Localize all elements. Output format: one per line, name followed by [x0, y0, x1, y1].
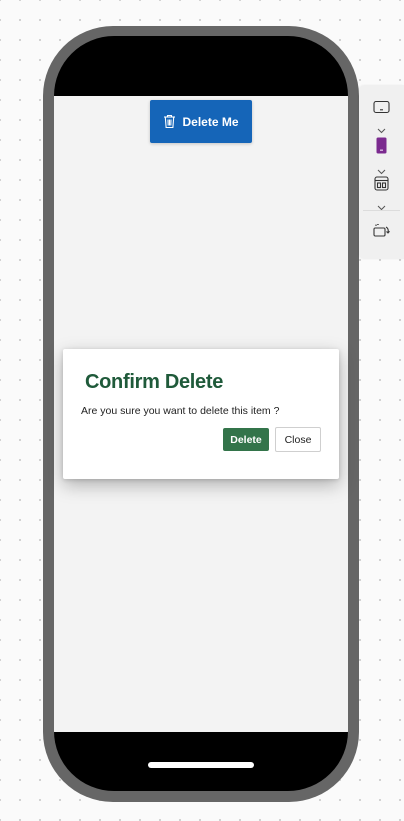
dialog-delete-button[interactable]: Delete: [223, 428, 269, 451]
device-toolbar: [359, 85, 404, 259]
delete-me-label: Delete Me: [182, 114, 239, 129]
trash-icon: [163, 114, 176, 129]
dialog-message: Are you sure you want to delete this ite…: [81, 405, 280, 417]
toolbar-divider: [363, 210, 400, 211]
tablet-device-button[interactable]: [359, 100, 404, 139]
chevron-down-icon: [377, 198, 386, 216]
browser-window-icon: [374, 176, 389, 196]
confirm-dialog: Confirm Delete Are you sure you want to …: [63, 349, 339, 479]
home-indicator: [148, 762, 254, 768]
rotate-device-button[interactable]: [359, 223, 404, 242]
phone-device-button[interactable]: [359, 137, 404, 180]
delete-me-button[interactable]: Delete Me: [150, 100, 252, 143]
dialog-title: Confirm Delete: [85, 371, 224, 393]
phone-device-icon: [376, 137, 387, 159]
dialog-close-button[interactable]: Close: [275, 427, 321, 452]
tablet-landscape-icon: [373, 100, 390, 119]
rotate-device-icon: [372, 223, 391, 242]
